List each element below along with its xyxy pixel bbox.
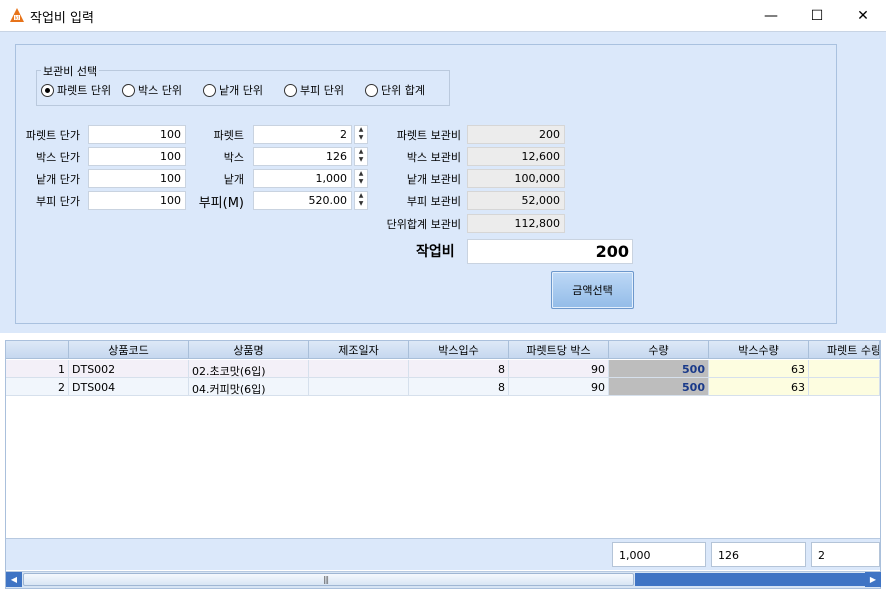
scrollbar-track[interactable] — [635, 573, 865, 586]
cell-product-code[interactable]: DTS002 — [69, 360, 189, 378]
pallet-qty-label: 파렛트 — [213, 129, 244, 142]
work-fee-label: 작업비 — [416, 244, 455, 260]
box-price-input[interactable]: 100 — [88, 147, 186, 166]
piece-fee-label: 낱개 보관비 — [406, 173, 461, 186]
radio-label: 부피 단위 — [300, 84, 344, 97]
radio-unit-total[interactable]: 단위 합계 — [365, 82, 425, 98]
cell-quantity[interactable]: 500 — [609, 360, 709, 378]
cell-box-quantity[interactable]: 63 — [709, 378, 809, 396]
radio-icon — [284, 83, 297, 97]
grid-header-product-code[interactable]: 상품코드 — [69, 341, 189, 359]
grid-header-mfg-date[interactable]: 제조일자 — [309, 341, 409, 359]
cell-boxes-per-pallet[interactable]: 90 — [509, 378, 609, 396]
svg-text:kl: kl — [15, 16, 19, 22]
radio-icon — [203, 83, 216, 97]
amount-select-button[interactable]: 금액선택 — [551, 271, 634, 309]
volume-price-label: 부피 단가 — [36, 195, 80, 208]
grip-icon: ||| — [323, 575, 329, 584]
scroll-right-icon[interactable]: ▶ — [865, 572, 881, 587]
pallet-price-input[interactable]: 100 — [88, 125, 186, 144]
work-fee-input[interactable]: 200 — [467, 239, 633, 264]
cell-mfg-date[interactable] — [309, 360, 409, 378]
pallet-fee-value: 200 — [467, 125, 565, 144]
maximize-button[interactable]: ☐ — [794, 0, 840, 31]
box-qty-spinner[interactable]: ▲ ▼ — [354, 147, 368, 166]
cell-boxes-per-pallet[interactable]: 90 — [509, 360, 609, 378]
grid-header-rownum — [6, 341, 69, 359]
box-qty-input[interactable]: 126 — [253, 147, 352, 166]
scroll-left-icon[interactable]: ◀ — [6, 572, 22, 587]
footer-pallet-total: 2 — [811, 542, 880, 567]
cell-quantity[interactable]: 500 — [609, 378, 709, 396]
pallet-fee-label: 파렛트 보관비 — [396, 129, 461, 142]
cell-box-count[interactable]: 8 — [409, 360, 509, 378]
cell-box-count[interactable]: 8 — [409, 378, 509, 396]
volume-qty-spinner[interactable]: ▲ ▼ — [354, 191, 368, 210]
storage-unit-legend: 보관비 선택 — [41, 63, 100, 79]
cell-product-name[interactable]: 04.커피맛(6입) — [189, 378, 309, 396]
radio-label: 파렛트 단위 — [57, 84, 112, 97]
footer-box-total: 126 — [711, 542, 806, 567]
window-title: 작업비 입력 — [30, 11, 94, 26]
pallet-qty-spinner[interactable]: ▲ ▼ — [354, 125, 368, 144]
radio-icon — [365, 83, 378, 97]
total-fee-label: 단위합계 보관비 — [386, 218, 461, 231]
piece-price-label: 낱개 단가 — [36, 173, 80, 186]
grid-header-pallet-quantity[interactable]: 파렛트 수량 — [809, 341, 880, 359]
grid-header-boxes-per-pallet[interactable]: 파렛트당 박스 — [509, 341, 609, 359]
volume-fee-value: 52,000 — [467, 191, 565, 210]
cell-product-name[interactable]: 02.초코맛(6입) — [189, 360, 309, 378]
radio-volume-unit[interactable]: 부피 단위 — [284, 82, 344, 98]
pallet-qty-input[interactable]: 2 — [253, 125, 352, 144]
grid-header-product-name[interactable]: 상품명 — [189, 341, 309, 359]
footer-quantity-total: 1,000 — [612, 542, 706, 567]
grid-header-box-count[interactable]: 박스입수 — [409, 341, 509, 359]
minimize-button[interactable]: — — [748, 0, 794, 31]
cell-product-code[interactable]: DTS004 — [69, 378, 189, 396]
app-logo-icon: kl — [10, 8, 24, 22]
piece-qty-spinner[interactable]: ▲ ▼ — [354, 169, 368, 188]
radio-piece-unit[interactable]: 낱개 단위 — [203, 82, 263, 98]
cell-pallet-quantity[interactable] — [809, 378, 880, 396]
radio-label: 박스 단위 — [138, 84, 182, 97]
radio-box-unit[interactable]: 박스 단위 — [122, 82, 182, 98]
pallet-price-label: 파렛트 단가 — [25, 129, 80, 142]
piece-qty-input[interactable]: 1,000 — [253, 169, 352, 188]
piece-fee-value: 100,000 — [467, 169, 565, 188]
row-number[interactable]: 1 — [6, 360, 69, 378]
radio-pallet-unit[interactable]: 파렛트 단위 — [41, 82, 111, 98]
total-fee-value: 112,800 — [467, 214, 565, 233]
box-fee-label: 박스 보관비 — [406, 151, 461, 164]
volume-fee-label: 부피 보관비 — [406, 195, 461, 208]
volume-qty-input[interactable]: 520.00 — [253, 191, 352, 210]
grid-header-box-quantity[interactable]: 박스수량 — [709, 341, 809, 359]
box-fee-value: 12,600 — [467, 147, 565, 166]
cell-pallet-quantity[interactable] — [809, 360, 880, 378]
close-button[interactable]: ✕ — [840, 0, 886, 31]
box-price-label: 박스 단가 — [36, 151, 80, 164]
radio-icon — [122, 83, 135, 97]
cell-mfg-date[interactable] — [309, 378, 409, 396]
radio-label: 낱개 단위 — [219, 84, 263, 97]
box-qty-label: 박스 — [223, 151, 244, 164]
radio-selected-icon — [41, 83, 54, 97]
scrollbar-thumb[interactable] — [23, 573, 634, 586]
volume-qty-label: 부피(M) — [198, 196, 244, 211]
volume-price-input[interactable]: 100 — [88, 191, 186, 210]
grid-header-quantity[interactable]: 수량 — [609, 341, 709, 359]
row-number[interactable]: 2 — [6, 378, 69, 396]
piece-price-input[interactable]: 100 — [88, 169, 186, 188]
radio-label: 단위 합계 — [381, 84, 425, 97]
piece-qty-label: 낱개 — [223, 173, 244, 186]
cell-box-quantity[interactable]: 63 — [709, 360, 809, 378]
